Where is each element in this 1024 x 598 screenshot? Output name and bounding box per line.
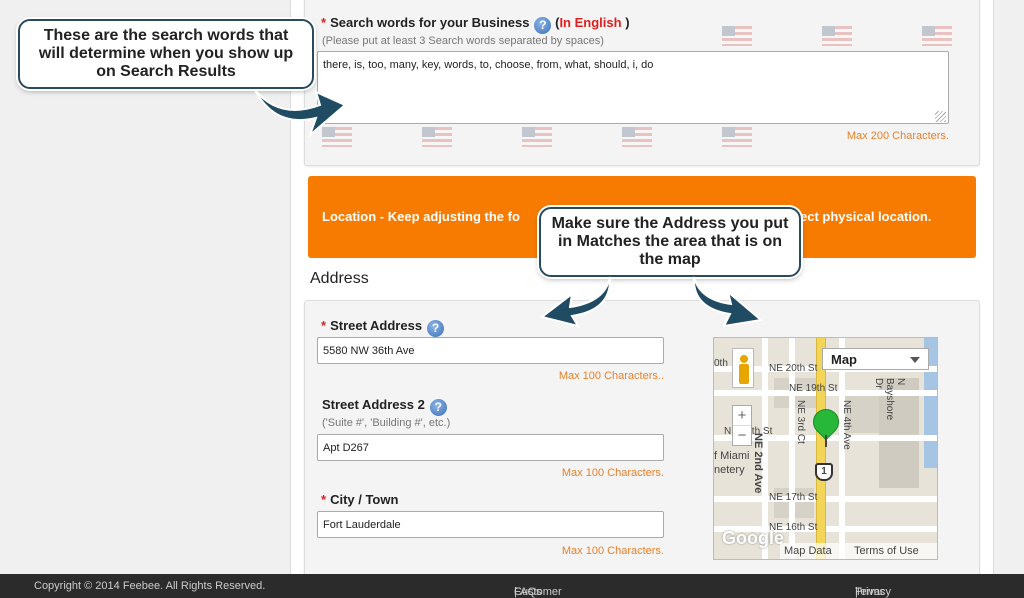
search-words-callout: These are the search words that will det… — [18, 19, 314, 89]
callout-arrow-icon — [254, 89, 347, 139]
city-input[interactable]: Fort Lauderdale — [317, 511, 664, 538]
map-data-link[interactable]: Map Data — [784, 545, 832, 557]
search-words-max: Max 200 Characters. — [846, 130, 949, 142]
search-words-label: * Search words for your Business? (In Eng… — [321, 15, 630, 34]
highway — [816, 338, 826, 559]
map-street-label: NE 3rd Ct — [795, 400, 806, 444]
street-address-2-label: Street Address 2? — [322, 397, 447, 416]
flag-decoration — [422, 127, 452, 147]
map-poi-label: netery — [714, 464, 745, 476]
search-words-hint: (Please put at least 3 Search words sepa… — [322, 35, 604, 47]
map-street-label: NE 4th Ave — [841, 400, 852, 450]
resize-handle-icon[interactable] — [935, 111, 946, 122]
zoom-out-icon[interactable]: − — [733, 426, 751, 446]
flag-decoration — [822, 26, 852, 46]
street-address-2-hint: ('Suite #', 'Building #', etc.) — [322, 417, 451, 429]
map-street-label: N Bayshore Dr — [873, 378, 906, 421]
search-words-textarea[interactable]: there, is, too, many, key, words, to, ch… — [317, 51, 949, 124]
pegman-icon[interactable] — [732, 348, 754, 388]
flag-decoration — [622, 127, 652, 147]
terms-of-use-link[interactable]: Terms of Use — [855, 586, 885, 598]
zoom-controls: + − — [732, 405, 752, 446]
map-street-label: NE 17th St — [769, 492, 818, 503]
map-terms-link[interactable]: Terms of Use — [854, 545, 919, 557]
map-street-label: NE 20th St — [769, 363, 818, 374]
callout-arrow-icon — [692, 276, 764, 328]
help-icon[interactable]: ? — [427, 320, 445, 337]
google-logo: Google — [722, 528, 784, 548]
street-address-label: * Street Address? — [321, 318, 445, 337]
address-callout: Make sure the Address you put in Matches… — [539, 207, 801, 277]
language-note: In English — [559, 15, 622, 30]
map-street-label: NE 2nd Ave — [752, 433, 764, 494]
street-address-2-max: Max 100 Characters. — [561, 467, 664, 479]
address-section-title: Address — [310, 270, 369, 287]
flag-decoration — [922, 26, 952, 46]
callout-arrow-icon — [540, 276, 612, 328]
city-label: * City / Town — [321, 492, 399, 507]
copyright-text: Copyright © 2014 Feebee. All Rights Rese… — [34, 580, 266, 592]
map-street-label: NE 19th St — [789, 383, 838, 394]
flag-decoration — [722, 127, 752, 147]
street-address-max: Max 100 Characters.. — [558, 370, 664, 382]
location-map[interactable]: 0th NE 20th St NE 19th St NE 18th St NE … — [713, 337, 938, 560]
map-poi-label: f Miami — [714, 450, 750, 462]
street-address-2-input[interactable]: Apt D267 — [317, 434, 664, 461]
flag-decoration — [722, 26, 752, 46]
route-shield-icon: 1 — [815, 463, 833, 481]
help-icon[interactable]: ? — [429, 399, 447, 416]
street-address-input[interactable]: 5580 NW 36th Ave — [317, 337, 664, 364]
faqs-link[interactable]: FAQs — [514, 586, 542, 598]
required-marker: * — [321, 15, 327, 30]
city-max: Max 100 Characters. — [561, 545, 664, 557]
help-icon[interactable]: ? — [534, 17, 552, 34]
footer: Copyright © 2014 Feebee. All Rights Rese… — [0, 574, 1024, 598]
flag-decoration — [522, 127, 552, 147]
map-type-select[interactable]: Map — [822, 348, 929, 370]
zoom-in-icon[interactable]: + — [733, 406, 751, 426]
chevron-down-icon — [910, 357, 920, 363]
